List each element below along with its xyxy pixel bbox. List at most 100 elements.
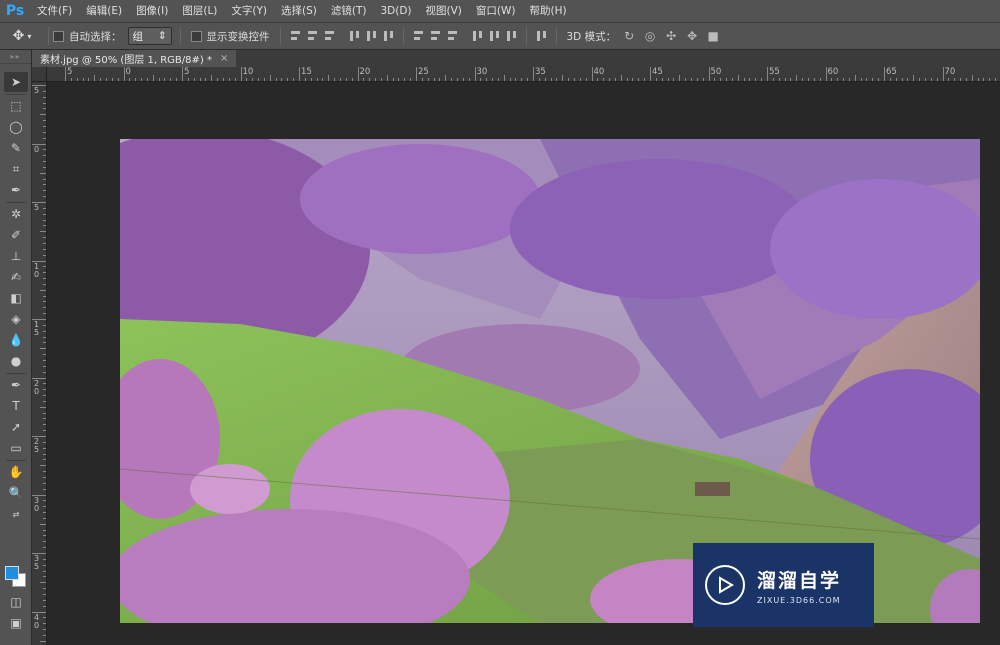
auto-align-icon[interactable] (535, 29, 548, 43)
menu-image[interactable]: 图像(I) (129, 0, 175, 22)
paint-bucket-tool-icon[interactable]: ◈ (4, 309, 28, 329)
ruler-v-tick (43, 219, 46, 221)
panel-grip[interactable]: ▸▸ (0, 50, 31, 64)
menu-window[interactable]: 窗口(W) (469, 0, 523, 22)
auto-select-label: 自动选择： (69, 30, 122, 43)
move-tool-icon[interactable]: ➤ (4, 72, 28, 92)
ruler-h-tick (252, 78, 254, 81)
shape-tool-icon[interactable]: ▭ (4, 438, 28, 458)
align-right-icon[interactable] (382, 29, 395, 43)
ruler-v-tick (43, 272, 46, 274)
dodge-tool-icon[interactable]: ● (4, 351, 28, 371)
eraser-tool-icon[interactable]: ◧ (4, 288, 28, 308)
show-transform-option[interactable]: 显示变换控件 (190, 29, 270, 44)
hand-tool-icon[interactable]: ✋ (4, 462, 28, 482)
ruler-origin[interactable] (32, 67, 47, 82)
ruler-v-tick (43, 488, 46, 490)
ruler-h-tick (88, 78, 90, 81)
distribute-top-icon[interactable] (412, 29, 425, 43)
ruler-h-tick (790, 78, 792, 81)
eyedropper-tool-icon[interactable]: ✒ (4, 180, 28, 200)
ruler-h-tick (731, 78, 733, 81)
blur-tool-icon[interactable]: 💧 (4, 330, 28, 350)
menu-type[interactable]: 文字(Y) (224, 0, 274, 22)
foreground-color-swatch[interactable] (5, 566, 19, 580)
screen-mode-icon[interactable]: ▣ (4, 613, 28, 633)
ruler-h-label: 70 (944, 67, 956, 77)
menu-3d[interactable]: 3D(D) (373, 0, 418, 22)
quick-select-tool-icon[interactable]: ✎ (4, 138, 28, 158)
3d-scale-icon[interactable]: ■ (705, 28, 721, 44)
ruler-h-tick (334, 78, 336, 81)
3d-rotate-icon[interactable]: ↻ (621, 28, 637, 44)
horizontal-ruler[interactable]: 5051015202530354045505560657075 (47, 67, 1000, 82)
menu-layer[interactable]: 图层(L) (175, 0, 224, 22)
ruler-v-tick (43, 307, 46, 309)
menu-edit[interactable]: 编辑(E) (79, 0, 129, 22)
auto-select-dropdown[interactable]: 组 ⇕ (127, 27, 172, 45)
ruler-h-tick (761, 78, 763, 81)
3d-roll-icon[interactable]: ◎ (642, 28, 658, 44)
ruler-v-tick (43, 517, 46, 519)
align-left-icon[interactable] (348, 29, 361, 43)
ruler-v-tick (43, 149, 46, 151)
ruler-h-tick (217, 78, 219, 81)
ruler-v-tick (43, 301, 46, 303)
ruler-v-tick (43, 558, 46, 560)
distribute-bottom-icon[interactable] (446, 29, 459, 43)
canvas-workspace[interactable]: 溜溜自学 ZIXUE.3D66.COM (47, 82, 1000, 645)
lasso-tool-icon[interactable]: ◯ (4, 117, 28, 137)
zoom-tool-icon[interactable]: 🔍 (4, 483, 28, 503)
menu-select[interactable]: 选择(S) (274, 0, 324, 22)
crop-tool-icon[interactable]: ⌗ (4, 159, 28, 179)
3d-pan-icon[interactable]: ✣ (663, 28, 679, 44)
photoshop-logo[interactable]: Ps (0, 0, 30, 22)
spot-healing-tool-icon[interactable]: ✲ (4, 204, 28, 224)
show-transform-checkbox[interactable] (190, 30, 202, 42)
menu-file[interactable]: 文件(F) (30, 0, 79, 22)
move-tool-preset-icon[interactable]: ✥ ▾ (0, 22, 44, 50)
distribute-hcenter-icon[interactable] (488, 29, 501, 43)
close-icon[interactable]: × (220, 53, 228, 64)
quick-mask-icon[interactable]: ◫ (4, 592, 28, 612)
align-hcenter-icon[interactable] (365, 29, 378, 43)
marquee-tool-icon[interactable]: ⬚ (4, 96, 28, 116)
ruler-h-tick (626, 78, 628, 81)
align-vcenter-icon[interactable] (306, 29, 319, 43)
tool-divider (6, 94, 26, 95)
tools-panel: ▸▸ ➤ ⬚ ◯ ✎ ⌗ ✒ ✲ ✐ ⊥ ✍ ◧ ◈ 💧 ● ✒ T ➚ ▭ ✋… (0, 50, 32, 645)
history-brush-tool-icon[interactable]: ✍ (4, 267, 28, 287)
type-tool-icon[interactable]: T (4, 396, 28, 416)
brush-tool-icon[interactable]: ✐ (4, 225, 28, 245)
document-tab-bar: 素材.jpg @ 50% (图层 1, RGB/8#) * × (32, 50, 1000, 67)
menu-view[interactable]: 视图(V) (419, 0, 469, 22)
align-bottom-icon[interactable] (323, 29, 336, 43)
align-top-icon[interactable] (289, 29, 302, 43)
ruler-v-tick (43, 400, 46, 402)
document-tab[interactable]: 素材.jpg @ 50% (图层 1, RGB/8#) * × (32, 50, 237, 67)
ruler-h-tick (439, 78, 441, 81)
ruler-v-tick (43, 389, 46, 391)
ruler-h-tick (650, 67, 651, 81)
3d-slide-icon[interactable]: ✥ (684, 28, 700, 44)
ruler-h-tick (263, 78, 265, 81)
ruler-v-tick (43, 541, 46, 543)
distribute-left-icon[interactable] (471, 29, 484, 43)
stamp-tool-icon[interactable]: ⊥ (4, 246, 28, 266)
swap-colors-icon[interactable]: ⇄ (4, 504, 28, 524)
ruler-v-tick (43, 125, 46, 127)
auto-select-checkbox[interactable] (53, 30, 64, 42)
ruler-v-tick (32, 202, 46, 203)
menu-filter[interactable]: 滤镜(T) (324, 0, 374, 22)
distribute-right-icon[interactable] (505, 29, 518, 43)
distribute-vcenter-icon[interactable] (429, 29, 442, 43)
auto-select-option[interactable]: 自动选择： (53, 29, 122, 44)
ruler-h-tick (609, 78, 611, 81)
path-select-tool-icon[interactable]: ➚ (4, 417, 28, 437)
pen-tool-icon[interactable]: ✒ (4, 375, 28, 395)
ruler-v-tick (32, 494, 46, 496)
ruler-v-tick (32, 377, 46, 379)
vertical-ruler[interactable]: 5 0 5 10 15 20 25 30 35 40 (32, 82, 47, 645)
options-divider (179, 27, 181, 45)
menu-help[interactable]: 帮助(H) (523, 0, 574, 22)
